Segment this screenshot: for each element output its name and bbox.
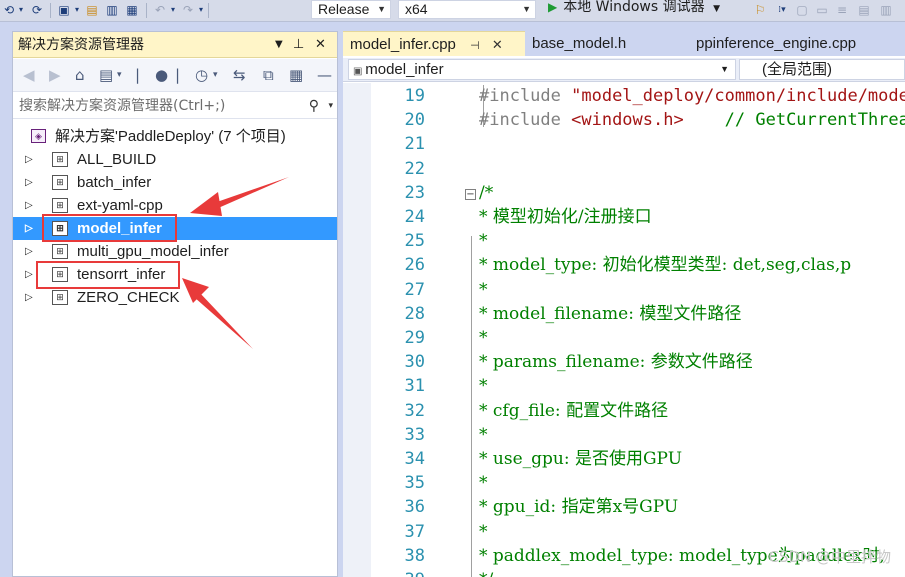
arrow-to-model-infer xyxy=(190,177,289,216)
arrow-to-tensorrt-infer xyxy=(182,278,253,349)
annotation-arrows xyxy=(182,177,289,349)
vs-window: ⟲ ▾ ⟳ ▣ ▾ ▤ ▥ ▦ ↶ ▾ ↷ ▾ Release ▼ x64 ▼ … xyxy=(0,0,905,577)
